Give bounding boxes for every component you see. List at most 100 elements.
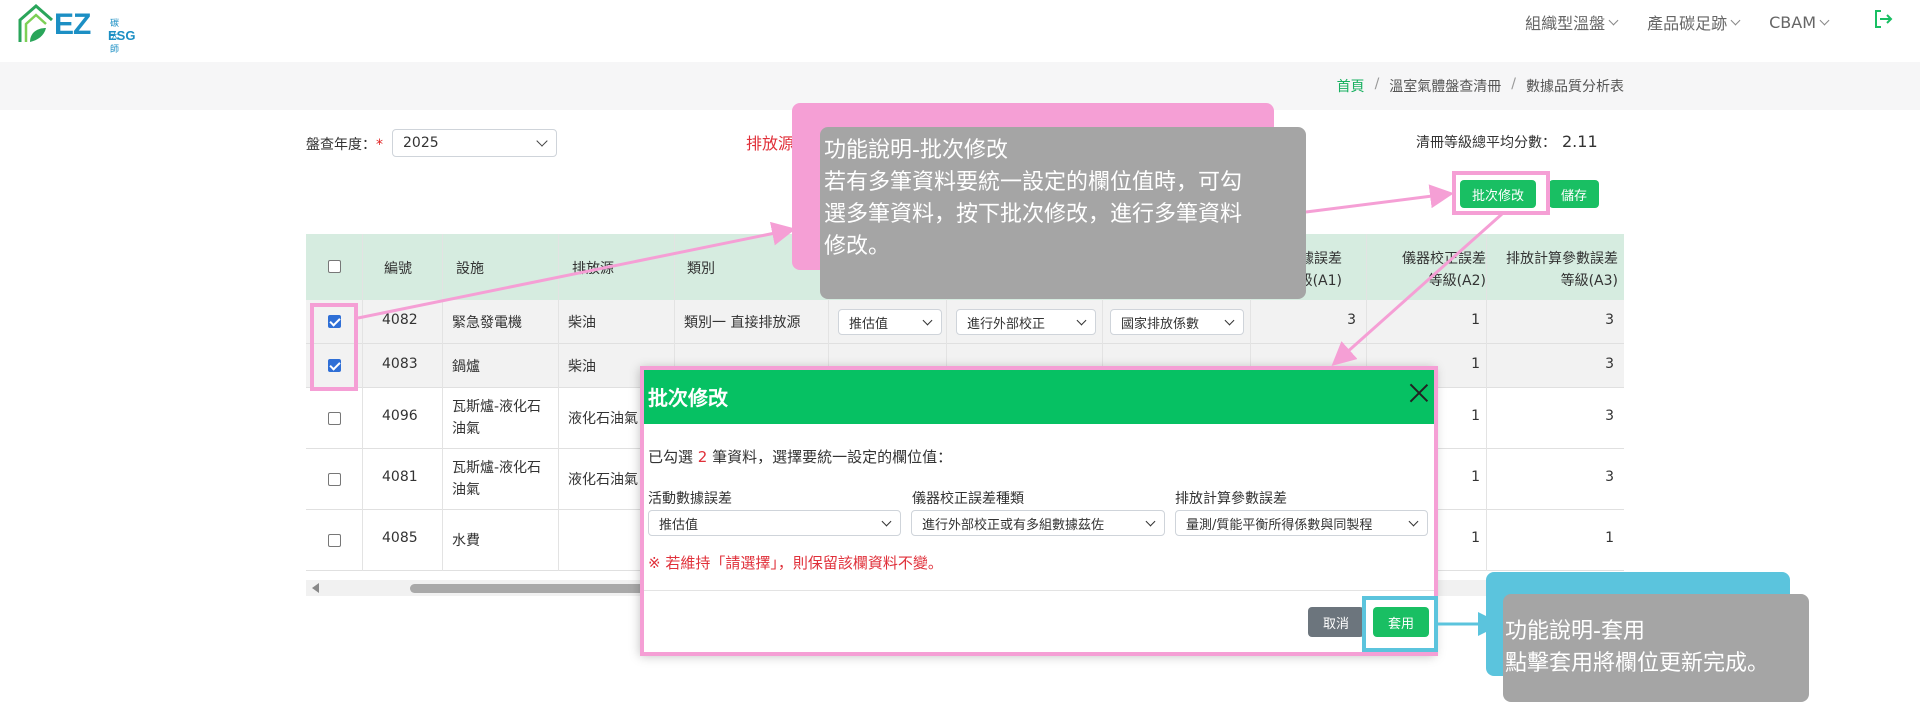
column-divider — [362, 234, 363, 571]
breadcrumb-current: 數據品質分析表 — [1526, 79, 1624, 95]
year-select[interactable]: 2025 — [392, 129, 557, 157]
chevron-down-icon — [1076, 315, 1087, 325]
arrow-tip-to-button — [1305, 184, 1454, 214]
emission-source-label: 排放源 — [746, 134, 795, 153]
tip-line: 點擊套用將欄位更新完成。 — [1505, 651, 1770, 676]
facility-line: 瓦斯爐-液化石 — [452, 399, 542, 415]
chevron-down-icon — [1819, 15, 1830, 25]
cell-a3: 3 — [1605, 312, 1614, 328]
year-label: 盤查年度：* — [306, 134, 383, 154]
house-leaf-logo-icon — [18, 4, 53, 42]
nav-label: 產品碳足跡 — [1647, 14, 1728, 33]
header-id: 編號 — [384, 261, 412, 277]
facility-line: 油氣 — [452, 421, 480, 437]
avg-value: 2.11 — [1562, 132, 1598, 151]
logo-text: EZ — [54, 8, 91, 41]
ez-esg-logo[interactable]: EZ 碳大師 ESG — [16, 2, 135, 55]
select-all-checkbox[interactable] — [328, 260, 341, 273]
header-a2-line2: 等級(A2) — [1428, 273, 1486, 289]
save-button[interactable]: 儲存 — [1549, 180, 1599, 208]
calibration-select[interactable]: 進行外部校正 — [956, 309, 1096, 335]
year-label-text: 盤查年度： — [306, 137, 376, 153]
checkbox[interactable] — [328, 534, 341, 547]
average-score: 清冊等級總平均分數： 2.11 — [1416, 132, 1598, 152]
select-value: 進行外部校正 — [967, 316, 1046, 332]
column-divider — [442, 234, 443, 571]
breadcrumb-separator: / — [1511, 76, 1516, 92]
column-divider — [1486, 234, 1487, 571]
checkbox[interactable] — [328, 260, 341, 273]
cell-facility: 瓦斯爐-液化石 油氣 — [452, 396, 541, 440]
logout-icon[interactable] — [1872, 8, 1894, 30]
cell-facility: 緊急發電機 — [452, 315, 522, 331]
cell-facility: 瓦斯爐-液化石 油氣 — [452, 457, 541, 501]
breadcrumb-separator: / — [1374, 76, 1380, 92]
header-a3: 排放計算參數誤差 等級(A3) — [1486, 248, 1618, 292]
cell-a1: 3 — [1347, 312, 1356, 328]
cell-source: 液化石油氣 — [568, 411, 638, 427]
facility-line: 油氣 — [452, 482, 480, 498]
cell-id: 4085 — [382, 530, 418, 546]
nav-product-carbon[interactable]: 產品碳足跡 — [1647, 10, 1741, 34]
breadcrumb-home[interactable]: 首頁 — [1337, 76, 1365, 96]
year-select-value: 2025 — [403, 135, 439, 151]
select-value: 國家排放係數 — [1121, 316, 1200, 332]
row-checkbox[interactable] — [328, 534, 341, 547]
checkbox[interactable] — [328, 473, 341, 486]
tip-line: 功能說明-批次修改 — [824, 138, 1008, 163]
breadcrumb-inventory[interactable]: 溫室氣體盤查清冊 — [1389, 76, 1501, 96]
chevron-down-icon — [1730, 15, 1741, 25]
batch-button-highlight-frame — [1452, 171, 1550, 215]
cell-id: 4096 — [382, 408, 418, 424]
logo-sub-text: ESG — [108, 28, 136, 43]
nav-cbam[interactable]: CBAM — [1769, 10, 1830, 34]
cell-source: 柴油 — [568, 315, 596, 331]
header-source: 排放源 — [572, 261, 614, 277]
cell-a2: 1 — [1471, 312, 1480, 328]
cell-source: 液化石油氣 — [568, 472, 638, 488]
scroll-thumb[interactable] — [410, 584, 650, 593]
row-checkbox[interactable] — [328, 473, 341, 486]
header-a3-line1: 排放計算參數誤差 — [1506, 251, 1618, 267]
chevron-down-icon — [922, 315, 933, 325]
factor-select[interactable]: 國家排放係數 — [1110, 309, 1244, 335]
apply-highlight-frame — [1362, 596, 1438, 652]
tip-line: 功能說明-套用 — [1505, 619, 1645, 644]
select-value: 推估值 — [849, 316, 889, 332]
chevron-down-icon — [1224, 315, 1235, 325]
cell-id: 4082 — [382, 312, 418, 328]
cell-a3: 1 — [1605, 530, 1614, 546]
top-navbar: EZ 碳大師 ESG 組織型溫盤 產品碳足跡 CBAM — [0, 0, 1920, 62]
header-a2: 儀器校正誤差 等級(A2) — [1374, 248, 1486, 292]
tip-line: 選多筆資料，按下批次修改，進行多筆資料 — [824, 202, 1243, 227]
cell-id: 4083 — [382, 356, 418, 372]
cell-facility: 鍋爐 — [452, 359, 480, 375]
cell-source: 柴油 — [568, 359, 596, 375]
nav-org-greenhouse[interactable]: 組織型溫盤 — [1525, 10, 1619, 34]
activity-data-select[interactable]: 推估值 — [838, 309, 942, 335]
checkbox-highlight-frame — [310, 303, 358, 391]
cell-category: 類別一 直接排放源 — [684, 315, 801, 331]
breadcrumb: 首頁 / 溫室氣體盤查清冊 / 數據品質分析表 — [1337, 76, 1624, 96]
table-row[interactable]: 4082 緊急發電機 柴油 類別一 直接排放源 推估值 進行外部校正 國家排放係… — [306, 300, 1624, 344]
cell-a3: 3 — [1605, 356, 1614, 372]
scroll-left-arrow-icon[interactable] — [312, 583, 319, 593]
cell-a3: 3 — [1605, 469, 1614, 485]
main-nav: 組織型溫盤 產品碳足跡 CBAM — [1525, 10, 1830, 34]
modal-highlight-frame — [640, 366, 1438, 656]
header-a2-line1: 儀器校正誤差 — [1402, 251, 1486, 267]
facility-line: 瓦斯爐-液化石 — [452, 460, 542, 476]
cell-id: 4081 — [382, 469, 418, 485]
tooltip-batch-edit: 功能說明-批次修改 若有多筆資料要統一設定的欄位值時，可勾 選多筆資料，按下批次… — [820, 127, 1306, 299]
header-a3-line2: 等級(A3) — [1560, 273, 1618, 289]
tooltip-apply: 功能說明-套用 點擊套用將欄位更新完成。 — [1503, 594, 1809, 702]
header-category: 類別 — [687, 261, 715, 277]
nav-label: CBAM — [1769, 12, 1816, 32]
avg-label: 清冊等級總平均分數： — [1416, 135, 1556, 151]
cell-facility: 水費 — [452, 533, 480, 549]
checkbox[interactable] — [328, 412, 341, 425]
row-checkbox[interactable] — [328, 412, 341, 425]
chevron-down-icon — [1608, 15, 1619, 25]
header-facility: 設施 — [456, 261, 484, 277]
tip-line: 修改。 — [824, 234, 891, 259]
